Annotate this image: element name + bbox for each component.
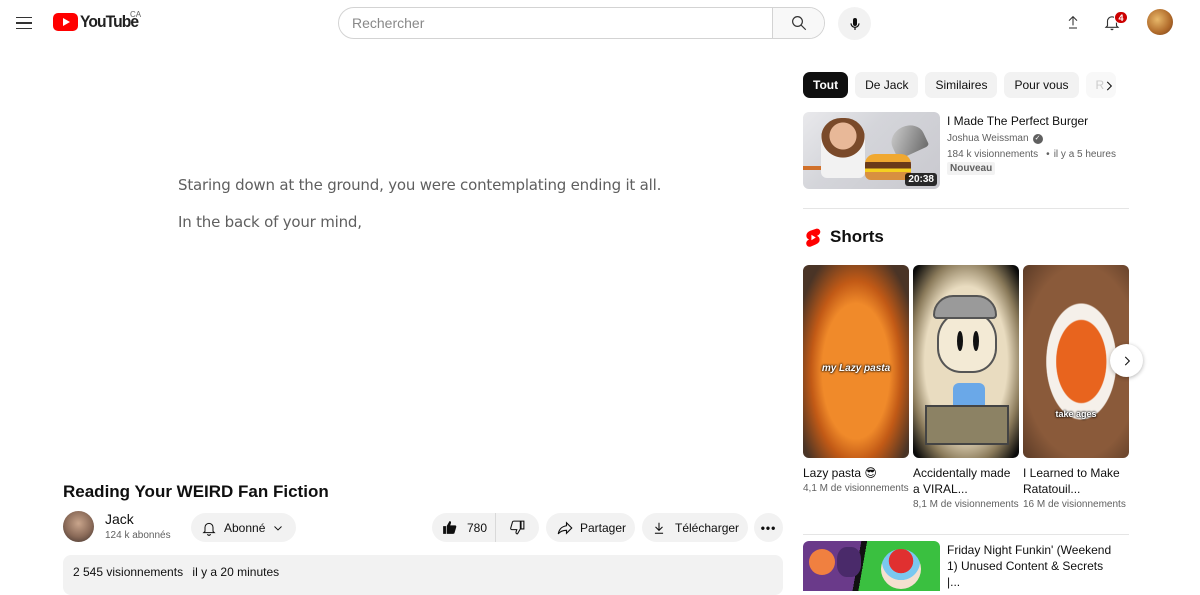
short-thumbnail[interactable] (913, 265, 1019, 458)
verified-check-icon: ✓ (1032, 133, 1043, 144)
share-button[interactable]: Partager (546, 513, 635, 542)
more-actions-button[interactable]: ••• (754, 513, 783, 542)
like-count: 780 (467, 520, 488, 535)
short-thumbnail[interactable]: my Lazy pasta (803, 265, 909, 458)
upload-time: il y a 20 minutes (192, 565, 280, 579)
short-title[interactable]: I Learned to Make Ratatouil... (1023, 465, 1129, 497)
description-box[interactable]: 2 545 visionnements il y a 20 minutes (63, 555, 783, 595)
short-views: 4,1 M de visionnements (803, 483, 909, 494)
shorts-logo-icon (806, 228, 821, 247)
caption-line: Staring down at the ground, you were con… (178, 176, 662, 194)
short-views: 8,1 M de visionnements (913, 499, 1019, 510)
video-title[interactable]: I Made The Perfect Burger (947, 114, 1088, 128)
channel-label: Joshua Weissman (947, 133, 1029, 144)
thumbnail-overlay-text: take ages (1055, 409, 1097, 419)
like-button[interactable]: 780 (432, 513, 496, 542)
download-icon (654, 522, 664, 534)
bell-icon (202, 522, 216, 536)
short-title[interactable]: Accidentally made a VIRAL... (913, 465, 1019, 497)
thumbnail-overlay-text: my Lazy pasta (821, 363, 891, 374)
caption-line: In the back of your mind, (178, 213, 362, 231)
short-views: 16 M de visionnements (1023, 499, 1126, 510)
hamburger-menu-icon[interactable] (12, 8, 38, 38)
upload-icon (1068, 15, 1078, 29)
divider (803, 208, 1129, 209)
microphone-icon (849, 17, 860, 30)
top-bar: YouTube CA 4 (0, 0, 1200, 46)
like-dislike-group: 780 (432, 513, 539, 542)
search-button[interactable] (772, 8, 824, 38)
channel-name[interactable]: Joshua Weissman ✓ (947, 133, 1043, 144)
chip-related[interactable]: Similaires (925, 72, 998, 98)
dislike-button[interactable] (496, 513, 539, 542)
shorts-header: Shorts (805, 227, 884, 247)
recommended-video[interactable]: Friday Night Funkin' (Weekend 1) Unused … (803, 541, 1133, 591)
chevron-right-icon (1124, 356, 1130, 365)
short-item[interactable]: take ages I Learned to Make Ratatouil...… (1023, 265, 1129, 510)
more-horizontal-icon: ••• (760, 520, 777, 535)
channel-avatar[interactable] (63, 511, 94, 542)
search-icon (791, 16, 806, 31)
filter-chips: Tout De Jack Similaires Pour vous R (803, 72, 1116, 98)
notification-count-badge: 4 (1114, 11, 1128, 24)
divider (803, 534, 1129, 535)
share-icon (557, 520, 573, 535)
chips-next-button[interactable] (1099, 76, 1119, 96)
view-count: 2 545 visionnements (73, 565, 184, 579)
channel-name[interactable]: Jack (105, 511, 134, 527)
video-title[interactable]: Friday Night Funkin' (Weekend 1) Unused … (947, 542, 1112, 590)
video-player[interactable]: Staring down at the ground, you were con… (63, 56, 783, 468)
short-title[interactable]: Lazy pasta 😎 (803, 465, 909, 481)
thumbs-down-icon (510, 520, 525, 535)
chip-from-jack[interactable]: De Jack (855, 72, 919, 98)
country-code: CA (130, 10, 142, 19)
chip-for-you[interactable]: Pour vous (1004, 72, 1079, 98)
chevron-right-icon (1106, 81, 1113, 91)
upload-age: il y a 5 heures (1053, 149, 1116, 160)
short-item[interactable]: my Lazy pasta Lazy pasta 😎 4,1 M de visi… (803, 265, 909, 494)
new-badge: Nouveau (947, 162, 996, 175)
video-thumbnail[interactable]: 20:38 (803, 112, 940, 189)
thumbs-up-icon (443, 521, 457, 534)
chip-all[interactable]: Tout (803, 72, 849, 98)
search-input[interactable] (339, 8, 772, 38)
shorts-heading: Shorts (830, 227, 884, 246)
youtube-play-icon (53, 13, 78, 31)
download-label: Télécharger (675, 520, 740, 535)
short-item[interactable]: Accidentally made a VIRAL... 8,1 M de vi… (913, 265, 1019, 510)
shorts-next-button[interactable] (1110, 344, 1143, 377)
video-title: Reading Your WEIRD Fan Fiction (63, 482, 329, 501)
video-meta: 184 k visionnements • il y a 5 heures (947, 149, 1116, 160)
search-bar (338, 7, 825, 39)
recommended-video[interactable]: 20:38 I Made The Perfect Burger Joshua W… (803, 112, 1133, 190)
subscribed-button[interactable]: Abonné (191, 513, 296, 542)
download-button[interactable]: Télécharger (642, 513, 748, 542)
video-duration: 20:38 (905, 173, 937, 186)
view-count: 184 k visionnements (947, 149, 1039, 160)
chevron-down-icon (274, 525, 283, 531)
subscriber-count: 124 k abonnés (105, 530, 171, 541)
subscribe-label: Abonné (224, 520, 266, 535)
upload-button[interactable] (1062, 11, 1084, 33)
user-avatar[interactable] (1147, 9, 1173, 35)
voice-search-button[interactable] (838, 7, 871, 40)
share-label: Partager (580, 520, 627, 535)
video-thumbnail[interactable] (803, 541, 940, 591)
